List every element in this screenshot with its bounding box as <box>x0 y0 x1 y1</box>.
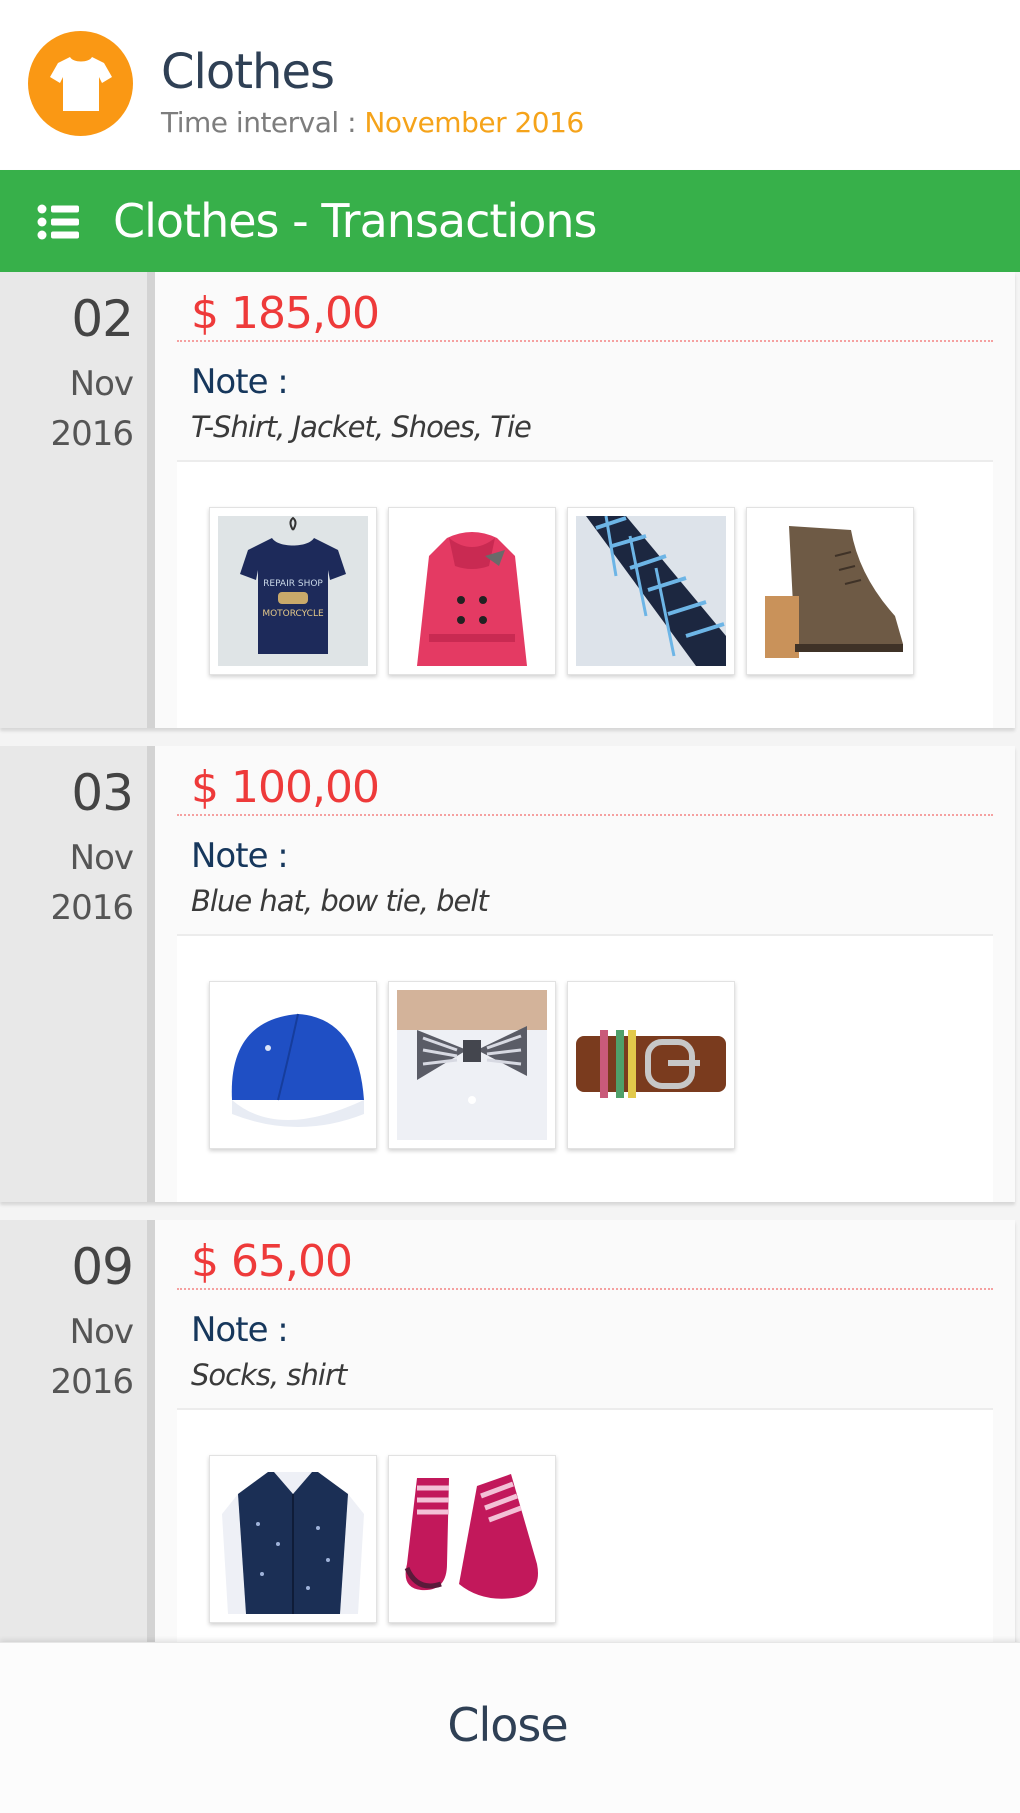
time-interval-label: Time interval : <box>161 106 357 139</box>
note-text: Blue hat, bow tie, belt <box>191 884 489 918</box>
tshirt-photo[interactable]: REPAIR SHOP MOTORCYCLE <box>209 507 377 675</box>
transaction-date: 02 Nov 2016 <box>0 272 155 728</box>
transaction-item[interactable]: 09 Nov 2016 $ 65,00 Note : Socks, shirt <box>0 1220 1015 1642</box>
note-label: Note : <box>191 362 289 402</box>
tie-photo[interactable] <box>567 507 735 675</box>
transaction-year: 2016 <box>50 1362 134 1402</box>
transaction-month: Nov <box>69 1312 134 1352</box>
svg-text:REPAIR SHOP: REPAIR SHOP <box>263 579 323 589</box>
socks-photo[interactable] <box>388 1455 556 1623</box>
note-text: Socks, shirt <box>191 1358 347 1392</box>
transaction-year: 2016 <box>50 888 134 928</box>
category-title: Clothes <box>161 44 335 100</box>
divider <box>177 1288 993 1290</box>
transaction-day: 03 <box>71 764 134 822</box>
transaction-date: 03 Nov 2016 <box>0 746 155 1202</box>
transaction-day: 02 <box>71 290 134 348</box>
panel-title: Clothes - Transactions <box>113 194 597 248</box>
divider <box>177 814 993 816</box>
list-icon <box>37 204 79 240</box>
svg-text:MOTORCYCLE: MOTORCYCLE <box>262 609 324 619</box>
transaction-amount: $ 185,00 <box>191 288 380 339</box>
tshirt-icon <box>28 31 133 136</box>
transaction-list[interactable]: 02 Nov 2016 $ 185,00 Note : T-Shirt, Jac… <box>0 272 1020 1642</box>
photo-gallery <box>177 1408 993 1642</box>
note-label: Note : <box>191 1310 289 1350</box>
shirt-photo[interactable] <box>209 1455 377 1623</box>
photo-gallery <box>177 934 993 1202</box>
transaction-item[interactable]: 02 Nov 2016 $ 185,00 Note : T-Shirt, Jac… <box>0 272 1015 728</box>
transaction-amount: $ 100,00 <box>191 762 380 813</box>
time-interval: Time interval : November 2016 <box>161 106 584 139</box>
transaction-year: 2016 <box>50 414 134 454</box>
photo-gallery: REPAIR SHOP MOTORCYCLE <box>177 460 993 728</box>
note-text: T-Shirt, Jacket, Shoes, Tie <box>191 410 532 444</box>
transaction-day: 09 <box>71 1238 134 1296</box>
category-header: Clothes Time interval : November 2016 <box>0 0 1020 170</box>
time-interval-value: November 2016 <box>364 106 584 139</box>
transactions-title-bar: Clothes - Transactions <box>0 170 1020 272</box>
belt-photo[interactable] <box>567 981 735 1149</box>
transaction-date: 09 Nov 2016 <box>0 1220 155 1642</box>
close-button[interactable]: Close <box>0 1698 1015 1752</box>
cap-photo[interactable] <box>209 981 377 1149</box>
transaction-item[interactable]: 03 Nov 2016 $ 100,00 Note : Blue hat, bo… <box>0 746 1015 1202</box>
bowtie-photo[interactable] <box>388 981 556 1149</box>
shoe-photo[interactable] <box>746 507 914 675</box>
transaction-amount: $ 65,00 <box>191 1236 353 1287</box>
footer-bar: Close <box>0 1642 1020 1813</box>
transaction-month: Nov <box>69 838 134 878</box>
note-label: Note : <box>191 836 289 876</box>
jacket-photo[interactable] <box>388 507 556 675</box>
transaction-month: Nov <box>69 364 134 404</box>
divider <box>177 340 993 342</box>
